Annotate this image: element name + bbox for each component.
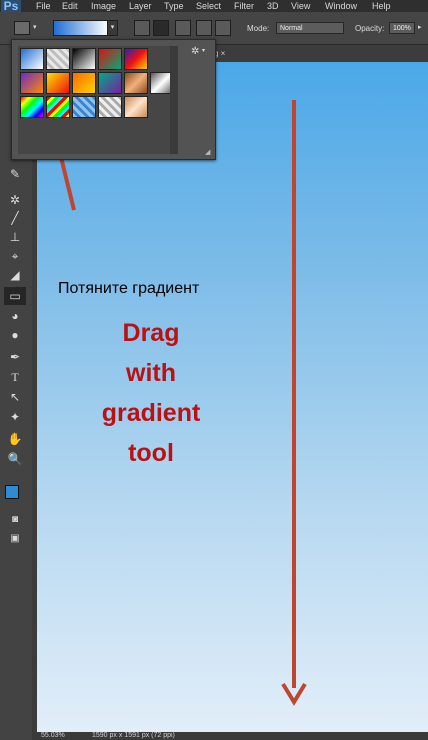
gradient-preset-black-white[interactable]: [72, 48, 96, 70]
zoom-level[interactable]: 55.03%: [41, 732, 65, 740]
gradient-preset-grid: [18, 46, 178, 154]
resize-grip-icon[interactable]: ◢: [205, 148, 210, 156]
instruction-text-russian: Потяните градиент: [58, 280, 200, 297]
document-info: 1590 px x 1591 px (72 ppi): [92, 732, 175, 739]
instruction-text-english: Drag with gradient tool: [101, 319, 201, 467]
gradient-preset-red-green[interactable]: [98, 48, 122, 70]
gradient-preset-orange-yellow[interactable]: [72, 72, 96, 94]
status-bar: 55.03% 1590 px x 1591 px (72 ppi): [32, 732, 428, 740]
gradient-preset-copper[interactable]: [124, 72, 148, 94]
gradient-preset-transparent[interactable]: [46, 48, 70, 70]
gear-icon[interactable]: ✲: [191, 46, 199, 57]
settings-menu-arrow-icon[interactable]: ▾: [202, 47, 205, 54]
gradient-preset-rainbow[interactable]: [20, 96, 44, 118]
gradient-preset-copper-light[interactable]: [124, 96, 148, 118]
picker-scrollbar[interactable]: [170, 46, 178, 154]
gradient-preset-blue-red-yellow[interactable]: [124, 48, 148, 70]
gradient-picker-panel: ✲ ▾ ◢: [11, 39, 216, 160]
gradient-preset-blue-white[interactable]: [20, 48, 44, 70]
gradient-preset-transparent-stripes[interactable]: [98, 96, 122, 118]
gradient-preset-violet-orange[interactable]: [20, 72, 44, 94]
gradient-preset-rainbow-2[interactable]: [46, 96, 70, 118]
gradient-preset-yellow-red[interactable]: [46, 72, 70, 94]
gradient-preset-blue-stripes[interactable]: [72, 96, 96, 118]
gradient-preset-green-purple[interactable]: [98, 72, 122, 94]
